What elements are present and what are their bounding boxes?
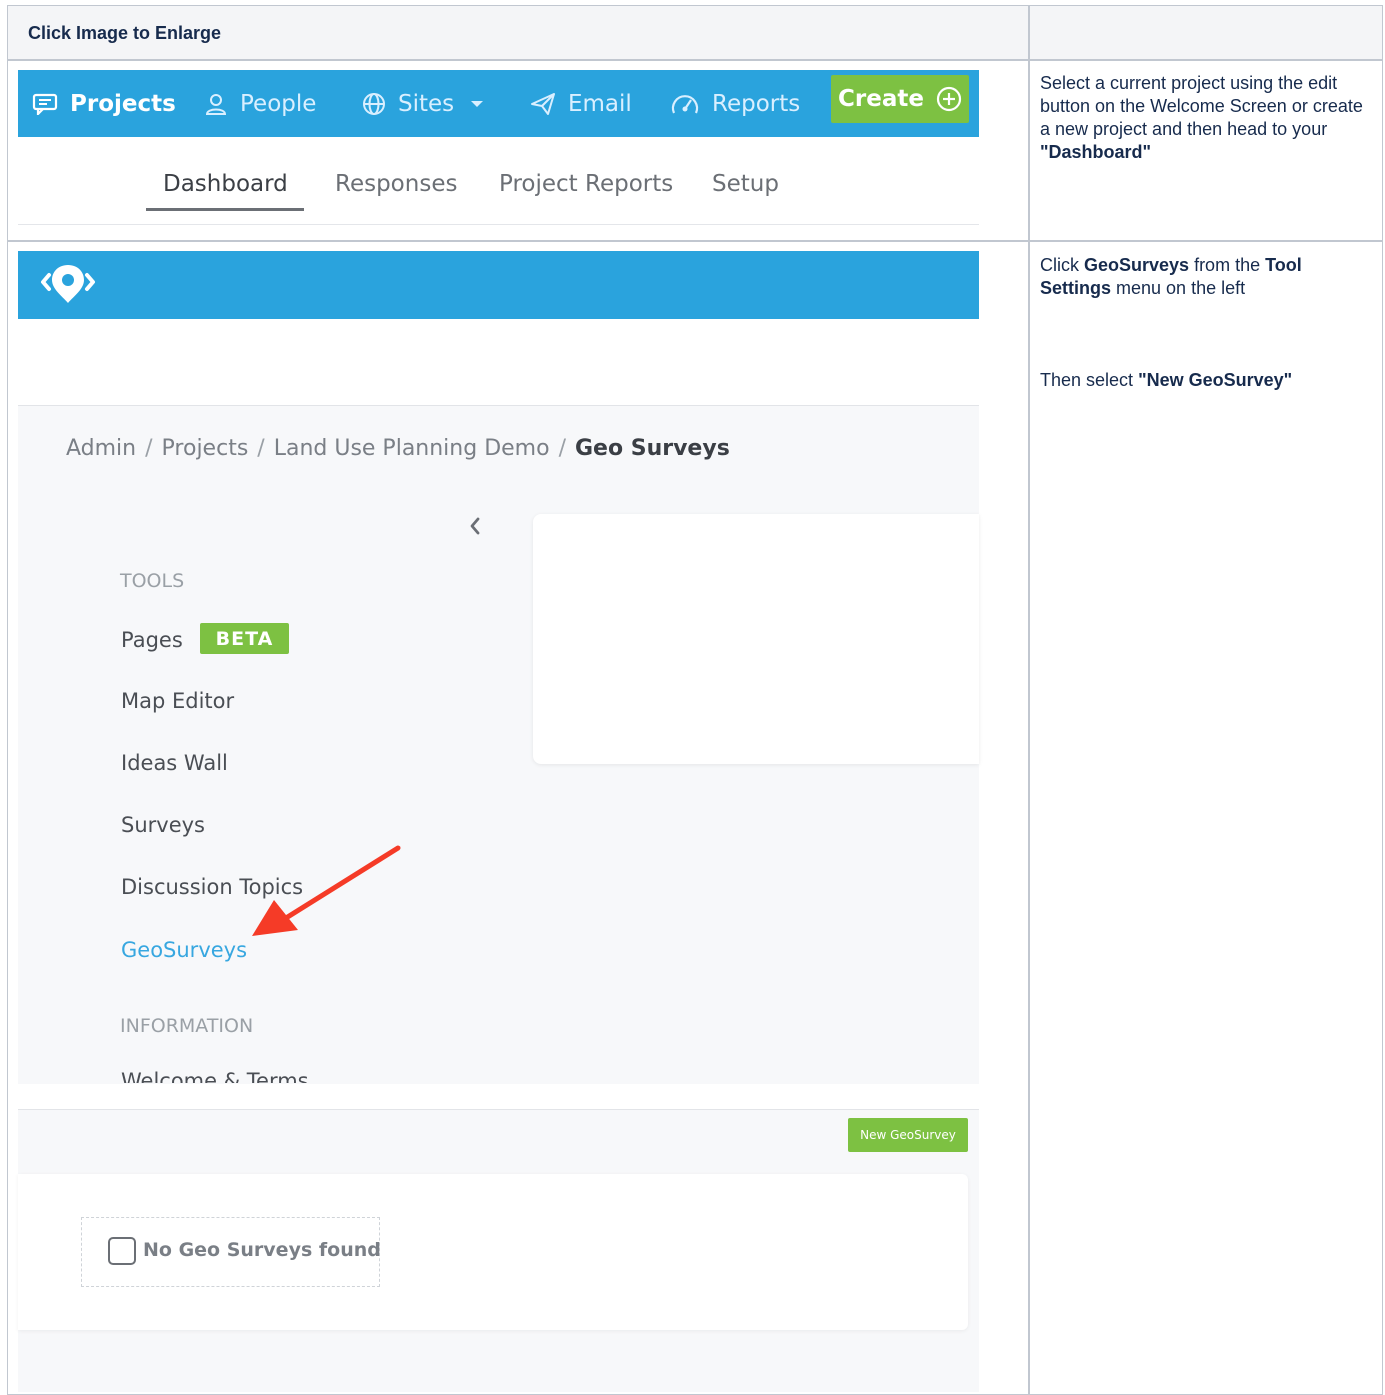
chat-icon [32, 93, 58, 115]
step-description-new-geosurvey: Then select "New GeoSurvey" [1040, 370, 1293, 390]
nav-item-people[interactable]: People [204, 70, 316, 137]
menu-item-map-editor[interactable]: Map Editor [121, 689, 234, 713]
breadcrumb-projects[interactable]: Projects [162, 436, 249, 461]
step-description-geosurveys: Click GeoSurveys from the Tool Settings … [1040, 255, 1302, 298]
column-divider [1028, 5, 1030, 1395]
empty-state-text: No Geo Surveys found [143, 1239, 381, 1261]
annotation-arrow [252, 845, 401, 936]
logo-icon [41, 265, 95, 303]
row-divider [7, 240, 1383, 242]
active-tab-indicator [146, 208, 304, 211]
plus-circle-icon [936, 86, 962, 112]
tab-responses[interactable]: Responses [335, 171, 457, 197]
row-divider [7, 59, 1383, 61]
header-cell-empty [1030, 6, 1382, 59]
breadcrumb-current: Geo Surveys [574, 436, 730, 461]
menu-item-geosurveys[interactable]: GeoSurveys [121, 938, 247, 962]
beta-badge: BETA [200, 623, 289, 654]
breadcrumb-admin[interactable]: Admin [66, 436, 136, 461]
nav-item-label: Reports [712, 90, 801, 117]
breadcrumb-separator: / [257, 436, 265, 461]
breadcrumb-separator: / [145, 436, 153, 461]
nav-item-sites[interactable]: Sites [362, 70, 496, 137]
nav-item-label: Sites [398, 90, 455, 117]
tab-project-reports[interactable]: Project Reports [499, 171, 673, 197]
speedometer-icon [671, 94, 699, 113]
menu-heading-tools: TOOLS [120, 570, 185, 592]
menu-heading-information: INFORMATION [120, 1015, 254, 1037]
nav-item-label: People [240, 90, 317, 117]
paper-plane-icon [531, 92, 555, 115]
nav-item-label: Email [568, 90, 632, 117]
create-button[interactable]: Create [831, 75, 969, 123]
menu-item-label: Welcome & Terms [121, 1069, 309, 1083]
content-panel [533, 514, 979, 764]
breadcrumb: Admin / Projects / Land Use Planning Demo / Ge… [66, 436, 730, 461]
person-icon [205, 93, 227, 115]
create-button-label: Create [838, 86, 924, 112]
new-geosurvey-button[interactable]: New GeoSurvey [848, 1118, 968, 1152]
caret-down-icon [471, 100, 484, 107]
menu-item-pages[interactable]: Pages [121, 628, 183, 652]
menu-item-welcome-terms[interactable]: Welcome & Terms [121, 1069, 361, 1083]
breadcrumb-project[interactable]: Land Use Planning Demo [274, 436, 550, 461]
chevron-left-icon[interactable] [466, 515, 484, 537]
nav-item-reports[interactable]: Reports [670, 70, 800, 137]
nav-item-projects[interactable]: Projects [32, 70, 176, 137]
step-description-dashboard: Select a current project using the edit … [1040, 73, 1363, 162]
nav-item-label: Projects [70, 90, 176, 117]
tab-dashboard[interactable]: Dashboard [163, 171, 288, 197]
nav-item-email[interactable]: Email [530, 70, 632, 137]
menu-item-surveys[interactable]: Surveys [121, 813, 205, 837]
table-header-title: Click Image to Enlarge [28, 23, 222, 43]
checkbox-icon [108, 1237, 136, 1265]
tab-setup[interactable]: Setup [712, 171, 779, 197]
app-header-bar [18, 251, 979, 319]
globe-icon [363, 92, 385, 115]
breadcrumb-separator: / [558, 436, 566, 461]
menu-item-ideas-wall[interactable]: Ideas Wall [121, 751, 228, 775]
